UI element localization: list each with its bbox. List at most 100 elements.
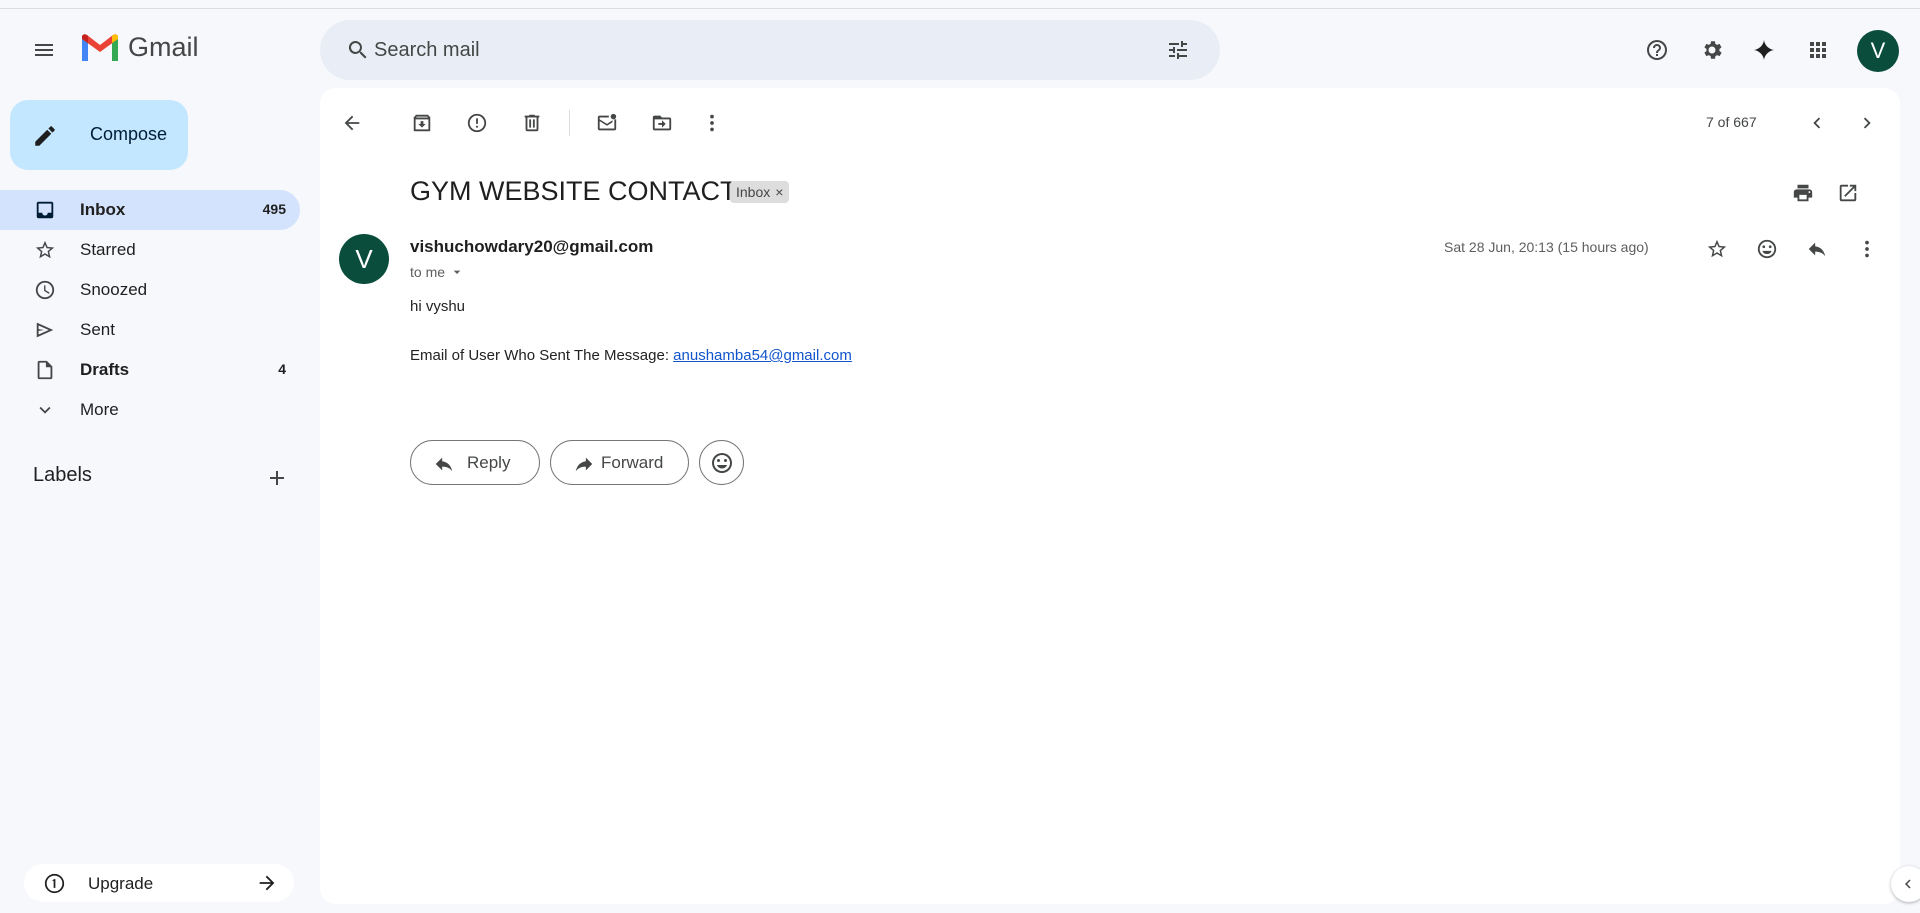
reply-icon <box>1808 242 1826 257</box>
emoji-icon <box>1757 239 1777 259</box>
inbox-icon <box>36 201 54 219</box>
support-button[interactable] <box>1633 26 1681 74</box>
sidebar-item-label: Drafts <box>80 360 130 379</box>
archive-button[interactable] <box>402 103 442 143</box>
toolbar-divider <box>569 110 570 136</box>
app-name: Gmail <box>128 32 199 62</box>
mark-unread-button[interactable] <box>587 103 627 143</box>
message-view: 7 of 667 GYM WEBSITE CONTACT Inbox × V v… <box>320 88 1900 904</box>
star-icon <box>1707 239 1727 258</box>
sidebar-item-drafts[interactable]: Drafts 4 <box>0 350 300 390</box>
trash-icon <box>524 114 540 132</box>
emoji-reaction-button[interactable] <box>699 440 744 485</box>
sidebar-item-label: Inbox <box>80 200 126 219</box>
chevron-left-icon <box>1813 117 1821 129</box>
clock-icon <box>35 280 55 300</box>
more-actions-button[interactable] <box>692 103 732 143</box>
side-panel-toggle[interactable] <box>1891 866 1920 902</box>
sidebar-item-label: Starred <box>80 240 136 259</box>
draft-icon <box>37 360 53 380</box>
pagination-count: 7 of 667 <box>1706 114 1757 130</box>
upgrade-button[interactable]: Upgrade <box>24 864 294 902</box>
recipient-details-toggle[interactable]: to me <box>410 264 465 280</box>
create-label-button[interactable] <box>253 454 301 502</box>
upgrade-icon <box>44 873 65 894</box>
reply-button[interactable]: Reply <box>410 440 540 485</box>
star-button[interactable] <box>1697 229 1737 269</box>
search-input[interactable] <box>374 32 1134 68</box>
email-subject: GYM WEBSITE CONTACT <box>410 176 737 206</box>
settings-button[interactable] <box>1688 26 1736 74</box>
email-link[interactable]: anushamba54@gmail.com <box>673 347 852 364</box>
message-more-button[interactable] <box>1847 229 1887 269</box>
archive-icon <box>413 114 431 132</box>
emoji-icon <box>711 452 732 473</box>
window-top-strip <box>0 0 1920 9</box>
reply-icon <box>435 457 453 472</box>
chip-label: Inbox <box>736 184 771 200</box>
gemini-button[interactable] <box>1740 26 1788 74</box>
recipient-label: to me <box>410 264 446 280</box>
forward-button[interactable]: Forward <box>550 440 689 485</box>
sidebar-item-starred[interactable]: Starred <box>0 230 300 270</box>
upgrade-label: Upgrade <box>88 874 154 893</box>
arrow-back-icon <box>344 115 360 131</box>
sender-email[interactable]: vishuchowdary20@gmail.com <box>410 237 653 257</box>
message-body-line: Email of User Who Sent The Message: anus… <box>410 347 852 364</box>
compose-label: Compose <box>90 124 168 144</box>
help-icon <box>1647 40 1667 60</box>
sidebar-item-snoozed[interactable]: Snoozed <box>0 270 300 310</box>
account-avatar[interactable]: V <box>1857 30 1899 72</box>
search-icon <box>348 41 367 59</box>
arrow-right-icon <box>259 875 275 891</box>
gear-icon <box>1704 41 1722 59</box>
print-icon <box>1793 184 1813 202</box>
sidebar-item-sent[interactable]: Sent <box>0 310 300 350</box>
reply-label: Reply <box>467 453 511 472</box>
mark-unread-icon <box>597 113 617 131</box>
reply-icon-button[interactable] <box>1797 229 1837 269</box>
caret-down-icon <box>453 270 461 274</box>
more-vert-icon <box>1865 240 1869 258</box>
main-menu-button[interactable] <box>20 26 68 74</box>
more-vert-icon <box>710 114 714 132</box>
older-button[interactable] <box>1847 103 1887 143</box>
remove-label-icon[interactable]: × <box>775 184 783 200</box>
inbox-label-chip[interactable]: Inbox × <box>730 181 790 203</box>
tune-icon <box>1169 41 1187 59</box>
print-button[interactable] <box>1783 173 1823 213</box>
plus-icon <box>270 471 284 485</box>
pencil-icon <box>35 126 55 146</box>
sidebar-item-more[interactable]: More <box>0 390 300 430</box>
forward-icon <box>575 457 593 472</box>
report-spam-button[interactable] <box>457 103 497 143</box>
compose-button[interactable]: Compose <box>10 100 188 170</box>
open-in-new-icon <box>1839 184 1857 202</box>
apps-button[interactable] <box>1794 26 1842 74</box>
forward-label: Forward <box>601 453 664 472</box>
back-button[interactable] <box>332 103 372 143</box>
search-bar <box>320 20 1220 80</box>
draft-count: 4 <box>278 361 286 377</box>
message-date: Sat 28 Jun, 20:13 (15 hours ago) <box>1444 239 1649 255</box>
newer-button[interactable] <box>1797 103 1837 143</box>
sidebar-item-inbox[interactable]: Inbox 495 <box>0 190 300 230</box>
apps-grid-icon <box>1810 42 1826 58</box>
move-folder-icon <box>652 115 672 131</box>
chevron-left-icon <box>1905 879 1911 889</box>
delete-button[interactable] <box>512 103 552 143</box>
sidebar-item-label: Sent <box>80 320 115 339</box>
open-new-window-button[interactable] <box>1828 173 1868 213</box>
unread-count: 495 <box>262 201 286 217</box>
sidebar-item-label: More <box>80 400 119 419</box>
hamburger-menu-icon <box>35 44 53 56</box>
add-reaction-button[interactable] <box>1747 229 1787 269</box>
sender-avatar[interactable]: V <box>339 234 389 284</box>
gmail-logo[interactable]: Gmail <box>80 32 199 63</box>
chevron-right-icon <box>1863 117 1871 129</box>
sparkle-icon <box>1754 40 1774 60</box>
report-icon <box>467 113 487 133</box>
search-options-button[interactable] <box>1154 26 1202 74</box>
move-to-button[interactable] <box>642 103 682 143</box>
body-text: Email of User Who Sent The Message: <box>410 347 674 364</box>
